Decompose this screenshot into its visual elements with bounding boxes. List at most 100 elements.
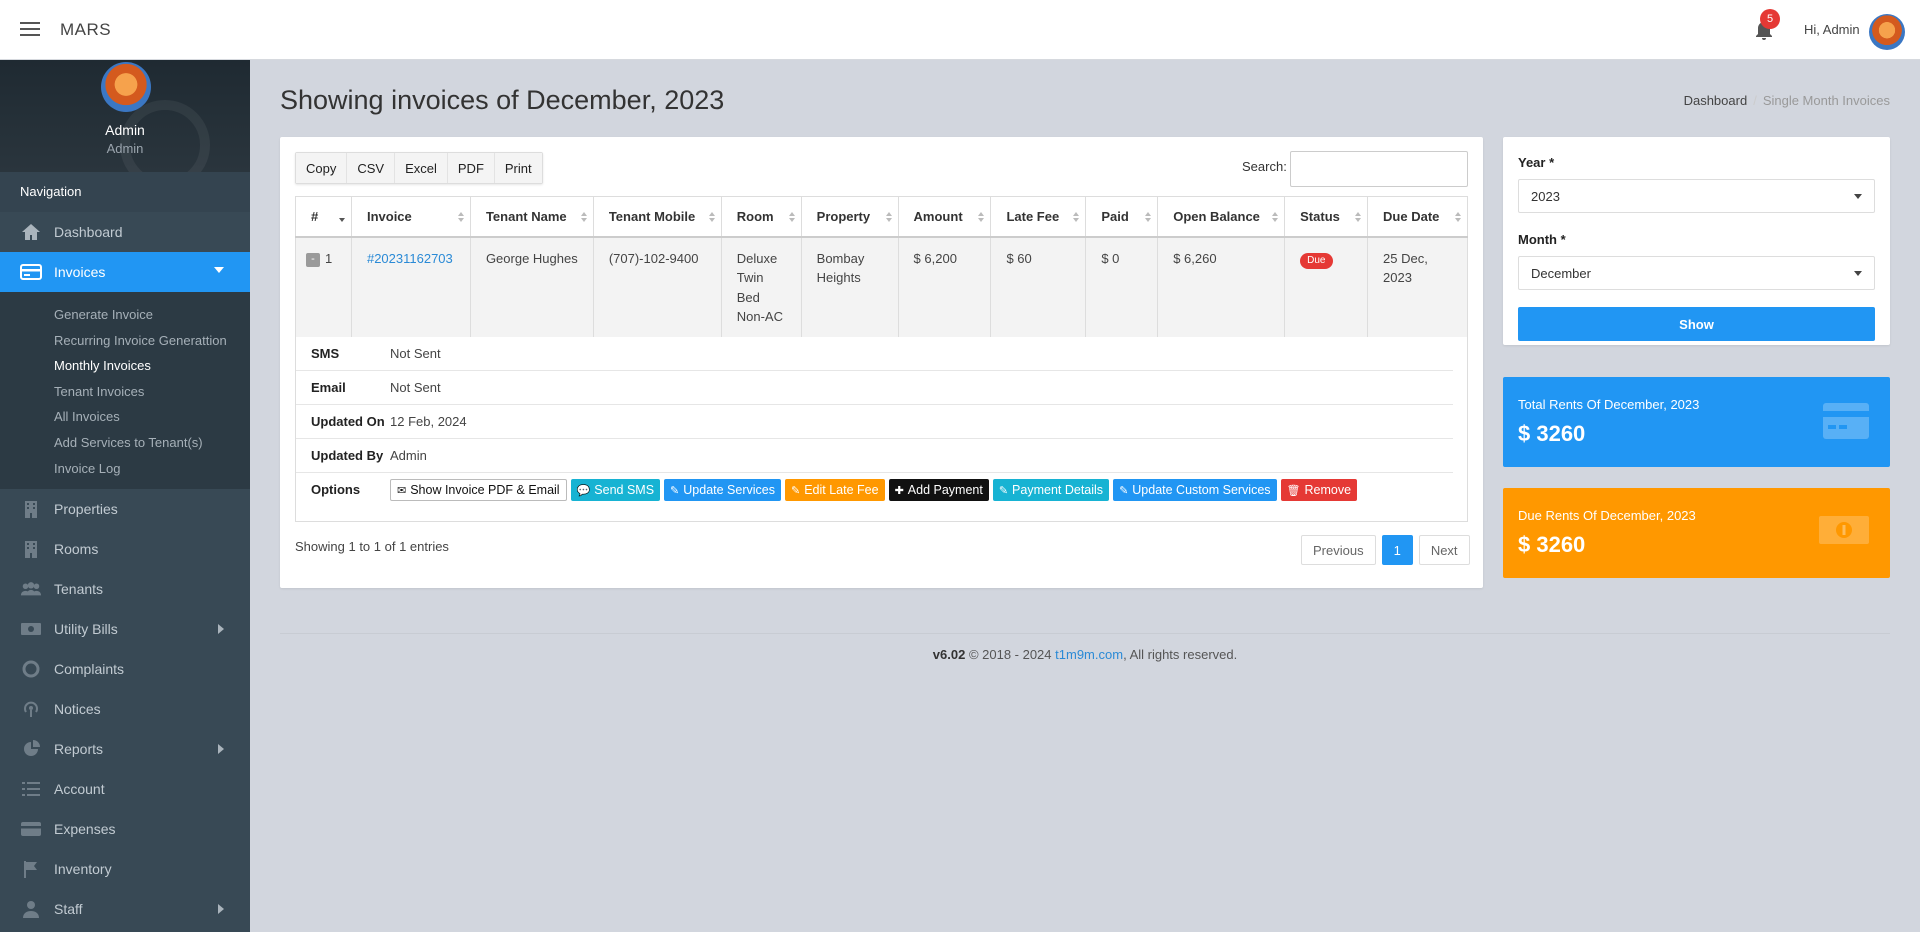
sidebar-item-label: Invoices [54, 264, 106, 280]
menu-toggle-icon[interactable] [20, 22, 40, 37]
column-header-num[interactable]: # [295, 196, 352, 238]
submenu-monthly-invoices[interactable]: Monthly Invoices [0, 353, 250, 379]
submenu-all-invoices[interactable]: All Invoices [0, 404, 250, 430]
pdf-button[interactable]: PDF [447, 153, 495, 183]
sort-icon [458, 212, 464, 222]
collapse-row-button[interactable]: - [306, 252, 320, 267]
update-services-button[interactable]: ✎ Update Services [664, 479, 781, 501]
sidebar-item-label: Utility Bills [54, 621, 118, 638]
sidebar-item-staff[interactable]: Staff [0, 889, 250, 929]
submenu-generate-invoice[interactable]: Generate Invoice [0, 302, 250, 328]
sidebar-item-label: Tenants [54, 581, 104, 598]
column-header-tenant-mobile[interactable]: Tenant Mobile [592, 196, 722, 238]
month-select[interactable]: December [1518, 256, 1875, 290]
column-header-late-fee[interactable]: Late Fee [990, 196, 1087, 238]
column-header-paid[interactable]: Paid [1085, 196, 1159, 238]
total-rents-box: Total Rents Of December, 2023 $ 3260 [1503, 377, 1890, 467]
sidebar-item-complaints[interactable]: Complaints [0, 649, 250, 689]
column-header-amount[interactable]: Amount [897, 196, 992, 238]
sort-desc-icon [339, 212, 345, 222]
sidebar-item-dashboard[interactable]: Dashboard [0, 212, 250, 252]
cell-due-date: 25 Dec, 2023 [1367, 236, 1468, 339]
users-icon [20, 580, 42, 598]
brand-logo[interactable]: MARS [60, 20, 111, 40]
sidebar-item-label: Rooms [54, 541, 99, 558]
submenu-add-services[interactable]: Add Services to Tenant(s) [0, 430, 250, 456]
detail-sms: SMS Not Sent [296, 337, 1453, 371]
copy-button[interactable]: Copy [296, 153, 348, 183]
edit-icon: ✎ [790, 484, 801, 497]
sort-icon [581, 212, 587, 222]
excel-button[interactable]: Excel [395, 153, 448, 183]
sidebar-item-inventory[interactable]: Inventory [0, 849, 250, 889]
sidebar-item-properties[interactable]: Properties [0, 489, 250, 529]
footer-rights: , All rights reserved. [1123, 647, 1238, 662]
sidebar-item-expenses[interactable]: Expenses [0, 809, 250, 849]
table-row: -1 #20231162703 George Hughes (707)-102-… [295, 236, 1468, 339]
column-header-tenant-name[interactable]: Tenant Name [469, 196, 594, 238]
add-payment-button[interactable]: ✚ Add Payment [888, 479, 989, 501]
sidebar-item-tenants[interactable]: Tenants [0, 569, 250, 609]
user-icon [20, 900, 42, 919]
column-header-room[interactable]: Room [720, 196, 802, 238]
cell-status: Due [1284, 236, 1369, 339]
home-icon [20, 223, 42, 241]
avatar[interactable] [1869, 14, 1905, 50]
sidebar-item-notices[interactable]: Notices [0, 689, 250, 729]
search-input[interactable] [1290, 151, 1468, 187]
total-rents-title: Total Rents Of December, 2023 [1518, 397, 1700, 412]
sort-icon [1272, 212, 1278, 222]
notification-badge: 5 [1760, 9, 1780, 29]
year-select[interactable]: 2023 [1518, 179, 1875, 213]
plus-icon: ✚ [894, 484, 904, 497]
submenu-recurring-invoice[interactable]: Recurring Invoice Generattion [0, 328, 250, 354]
sidebar-item-rooms[interactable]: Rooms [0, 529, 250, 569]
update-custom-services-button[interactable]: ✎ Update Custom Services [1113, 479, 1277, 501]
sidebar-item-label: Notices [54, 701, 101, 718]
invoice-link[interactable]: #20231162703 [367, 251, 453, 266]
payment-details-button[interactable]: ✎ Payment Details [992, 479, 1110, 501]
detail-updated-on: Updated On 12 Feb, 2024 [296, 405, 1453, 439]
column-header-open-balance[interactable]: Open Balance [1157, 196, 1286, 238]
total-rents-value: $ 3260 [1518, 421, 1586, 446]
year-label: Year * [1518, 155, 1555, 170]
edit-late-fee-button[interactable]: ✎ Edit Late Fee [784, 479, 885, 501]
previous-page-button[interactable]: Previous [1301, 535, 1376, 565]
sort-icon [1355, 212, 1361, 222]
show-invoice-pdf-email-button[interactable]: ✉ Show Invoice PDF & Email [390, 479, 567, 501]
submenu-invoice-log[interactable]: Invoice Log [0, 456, 250, 482]
cell-amount: $ 6,200 [897, 236, 992, 339]
sidebar-item-account[interactable]: Account [0, 769, 250, 809]
search-label: Search: [1242, 159, 1287, 174]
sidebar-item-label: Expenses [54, 821, 116, 838]
sidebar-item-utility-bills[interactable]: Utility Bills [0, 609, 250, 649]
send-sms-button[interactable]: 💬 Send SMS [570, 479, 661, 501]
column-header-property[interactable]: Property [800, 196, 899, 238]
column-header-invoice[interactable]: Invoice [350, 196, 471, 238]
column-header-due-date[interactable]: Due Date [1367, 196, 1468, 238]
submenu-tenant-invoices[interactable]: Tenant Invoices [0, 379, 250, 405]
credit-card-icon [20, 263, 42, 281]
footer-copyright: © 2018 - 2024 [968, 647, 1052, 662]
page-title: Showing invoices of December, 2023 [280, 85, 725, 115]
options-buttons: ✉ Show Invoice PDF & Email 💬 Send SMS ✎ Upd… [390, 479, 1358, 501]
sort-icon [978, 212, 984, 222]
remove-button[interactable]: 🗑 Remove [1280, 479, 1358, 501]
chevron-right-icon [218, 624, 224, 635]
csv-button[interactable]: CSV [347, 153, 396, 183]
footer-site-link[interactable]: t1m9m.com [1055, 647, 1123, 662]
user-name: Admin [105, 122, 145, 138]
breadcrumb-dashboard[interactable]: Dashboard [1684, 93, 1748, 108]
sidebar-item-reports[interactable]: Reports [0, 729, 250, 769]
next-page-button[interactable]: Next [1418, 535, 1470, 565]
user-greeting[interactable]: Hi, Admin [1804, 22, 1860, 37]
sidebar-item-label: Properties [54, 501, 118, 518]
invoices-submenu: Generate Invoice Recurring Invoice Gener… [0, 292, 250, 490]
print-button[interactable]: Print [494, 153, 542, 183]
sidebar-item-invoices[interactable]: Invoices [0, 252, 250, 292]
column-header-status[interactable]: Status [1284, 196, 1369, 238]
show-button[interactable]: Show [1518, 307, 1875, 341]
page-1-button[interactable]: 1 [1381, 535, 1413, 565]
invoices-table: # Invoice Tenant Name Tenant Mobile Room… [295, 196, 1468, 339]
trash-icon: 🗑 [1286, 484, 1301, 497]
